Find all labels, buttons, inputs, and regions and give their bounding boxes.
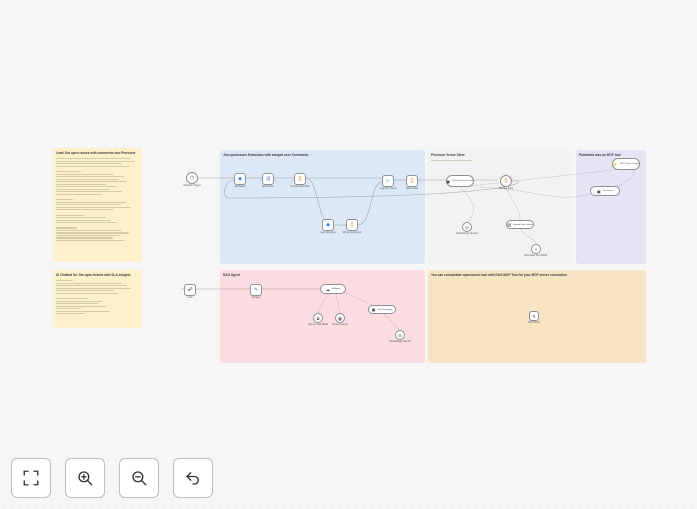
undo-icon bbox=[186, 472, 199, 485]
split-icon: ⇶ bbox=[265, 175, 271, 182]
node-label: Merge Data bbox=[405, 188, 419, 190]
node-label: Embeddings OpenAI bbox=[389, 341, 411, 343]
zoom-out-button[interactable] bbox=[119, 458, 159, 498]
jira-icon: ◆ bbox=[238, 175, 242, 182]
jira-search-node[interactable]: ◆ bbox=[234, 173, 246, 185]
loop-items-node[interactable]: ▷ bbox=[382, 175, 394, 187]
loader-icon: ▤ bbox=[507, 222, 512, 227]
node-label: AI Agent bbox=[251, 297, 261, 299]
node-label: MCP Client bbox=[528, 322, 540, 324]
memory-node[interactable]: ▦ bbox=[335, 313, 345, 323]
embeddings-node[interactable]: ◎ bbox=[462, 222, 472, 232]
clock-icon: ◷ bbox=[189, 174, 195, 181]
node-label: Get Comments bbox=[320, 232, 336, 234]
schedule-trigger-node[interactable]: ◷ bbox=[186, 172, 198, 184]
connections bbox=[181, 165, 635, 331]
pinecone-icon: ▣ bbox=[446, 178, 450, 184]
ai-agent-node[interactable]: ☁ AI Agent bbox=[320, 284, 346, 294]
workflow-canvas[interactable]: Load Jira open issues with comments into… bbox=[0, 0, 697, 509]
openai-icon: ✿ bbox=[316, 315, 320, 321]
node-label: MCP Server Trigger bbox=[619, 163, 640, 165]
default-loader-node[interactable]: ▤ Default Data Loader bbox=[506, 220, 534, 229]
split-issues-node[interactable]: ⇶ bbox=[262, 173, 274, 185]
pinecone-insert-node[interactable]: ▣ Pinecone Vector Store bbox=[446, 175, 474, 187]
agent-icon: ✎ bbox=[253, 286, 259, 293]
embed-icon: ◎ bbox=[398, 332, 402, 338]
code-icon: {} bbox=[504, 177, 508, 184]
memory-icon: ▦ bbox=[338, 315, 342, 321]
node-label: Jira Search bbox=[234, 186, 246, 188]
mcp-tool-node[interactable]: ▣ Jira Issues bbox=[590, 186, 620, 196]
undo-button[interactable] bbox=[173, 458, 213, 498]
node-label: AI Agent bbox=[331, 288, 341, 290]
agent-icon: ☁ bbox=[325, 286, 330, 292]
embed-icon: ◎ bbox=[465, 224, 469, 230]
node-label: Default Data Loader bbox=[513, 223, 533, 226]
embeddings-rag-node[interactable]: ◎ bbox=[395, 330, 405, 340]
get-comments-node[interactable]: ◆ bbox=[322, 219, 334, 231]
code-icon: {} bbox=[298, 175, 302, 182]
fit-view-button[interactable] bbox=[11, 458, 51, 498]
node-label: Simple Memory bbox=[332, 324, 348, 326]
node-label: Chat bbox=[187, 297, 193, 299]
chat-icon: ☍ bbox=[187, 286, 193, 293]
fit-view-icon bbox=[23, 470, 39, 486]
jira-icon: ◆ bbox=[326, 221, 330, 228]
merge-comments-node[interactable]: {} bbox=[346, 219, 358, 231]
node-label: Split Issues bbox=[262, 186, 274, 188]
zoom-out-icon bbox=[132, 471, 147, 486]
mcp-trigger-node[interactable]: ⚡ MCP Server Trigger bbox=[612, 158, 640, 170]
code-icon: {} bbox=[350, 221, 354, 228]
node-label: Jira Issues bbox=[602, 190, 614, 192]
loop-icon: ▷ bbox=[386, 177, 390, 184]
mcp-icon: ✎ bbox=[532, 313, 536, 319]
format-issue-node[interactable]: {} bbox=[294, 173, 306, 185]
zoom-in-icon bbox=[78, 471, 93, 486]
code-icon: {} bbox=[410, 177, 414, 184]
node-label: Format Issue Data bbox=[290, 186, 310, 188]
zoom-in-button[interactable] bbox=[65, 458, 105, 498]
node-label: Merge Comments bbox=[342, 232, 362, 234]
node-label: Embeddings OpenAI bbox=[456, 233, 478, 235]
mcp-icon: ⚡ bbox=[612, 161, 618, 167]
mcp-client-node[interactable]: ✎ bbox=[529, 311, 539, 321]
agent-code-node[interactable]: ✎ bbox=[250, 284, 262, 296]
tool-icon: ▣ bbox=[371, 307, 376, 312]
node-label: Recursive Text Splitter bbox=[524, 255, 548, 257]
node-label: Pinecone Vector Store bbox=[452, 180, 474, 182]
rag-tool-node[interactable]: ▣ Jira Knowledge bbox=[368, 305, 396, 314]
prepare-docs-node[interactable]: {} bbox=[500, 175, 512, 187]
node-label: Jira Knowledge bbox=[377, 308, 393, 311]
merge-data-node[interactable]: {} bbox=[406, 175, 418, 187]
split-icon: ≡ bbox=[534, 246, 538, 252]
chat-model-node[interactable]: ✿ bbox=[313, 313, 323, 323]
node-label: Schedule Trigger bbox=[183, 185, 201, 187]
node-label: Loop Over Items bbox=[379, 188, 397, 190]
node-label: Prepare Docs bbox=[498, 188, 514, 190]
text-splitter-node[interactable]: ≡ bbox=[531, 244, 541, 254]
tool-icon: ▣ bbox=[596, 188, 601, 194]
node-label: OpenAI Chat Model bbox=[307, 324, 329, 326]
chat-trigger-node[interactable]: ☍ bbox=[184, 284, 196, 296]
